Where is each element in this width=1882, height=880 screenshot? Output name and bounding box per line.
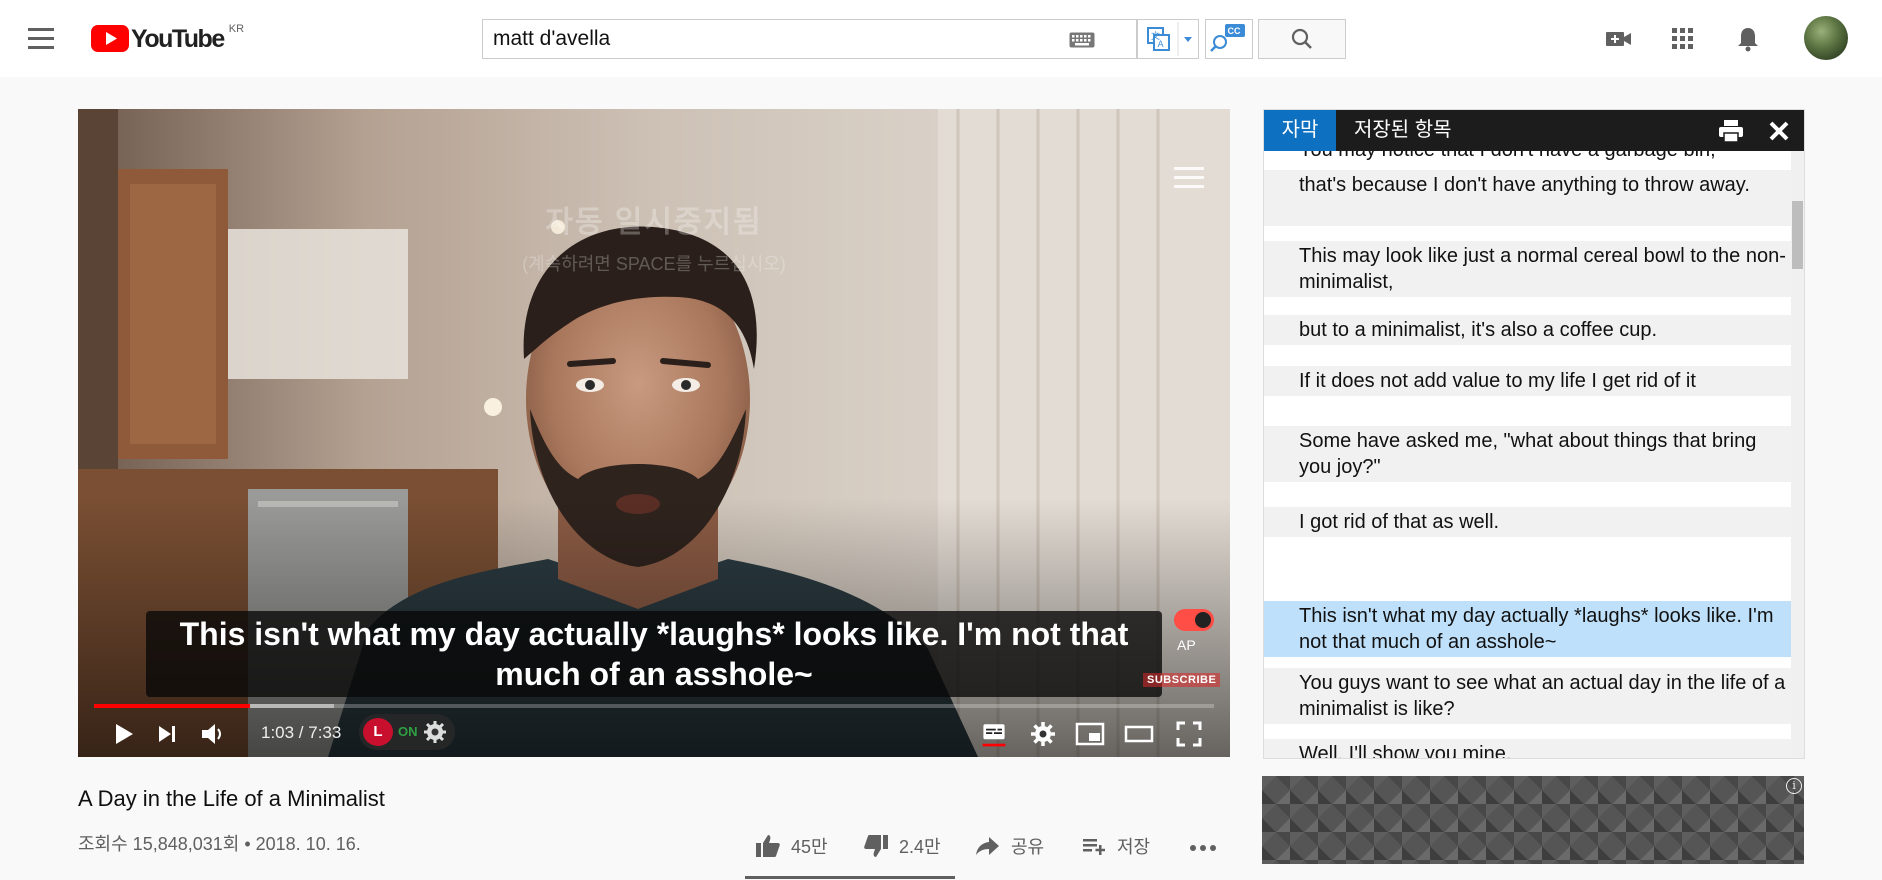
autoplay-toggle[interactable] [1174,609,1214,631]
youtube-logo[interactable]: YouTube KR [91,23,245,53]
save-icon [1083,839,1105,855]
transcript-row[interactable]: You may notice that I don't have a garba… [1264,151,1791,163]
search-box [482,19,1137,59]
miniplayer-icon[interactable] [1074,719,1106,749]
progress-bar[interactable] [94,704,1214,708]
caption-line: much of an asshole~ [495,656,813,692]
apps-icon[interactable] [1668,24,1698,54]
close-icon[interactable] [1768,120,1790,142]
dislike-icon [864,835,888,857]
save-button[interactable]: 저장 [1081,832,1150,860]
like-ratio-bar [745,876,955,879]
subtitles-icon[interactable] [979,719,1009,749]
search-input[interactable] [483,20,1043,58]
autopause-hint: (계속하려면 SPACE를 누르십시오) [522,254,786,274]
autoplay-label: AP [1177,637,1196,653]
search-icon [1291,28,1312,49]
dislike-count: 2.4만 [899,837,941,857]
share-button[interactable]: 공유 [975,832,1044,860]
caption-search-icon: CC [1210,24,1245,52]
play-icon[interactable] [108,719,138,749]
more-icon[interactable] [1188,832,1218,860]
transcript-row[interactable]: that's because I don't have anything to … [1264,170,1791,226]
transcript-row[interactable]: Some have asked me, "what about things t… [1264,426,1791,482]
transcript-scrollbar[interactable] [1791,151,1804,758]
print-icon[interactable] [1718,119,1744,143]
save-label: 저장 [1117,837,1151,857]
ad-banner[interactable] [1262,776,1804,864]
create-video-icon[interactable] [1604,24,1634,54]
translate-icon: 文 A [1147,22,1192,56]
settings-icon[interactable] [1028,719,1058,749]
extension-settings-icon[interactable] [423,720,447,744]
transcript-row-active[interactable]: This isn't what my day actually *laughs*… [1264,601,1791,657]
keyboard-icon[interactable] [1069,32,1095,48]
dislike-button[interactable]: 2.4만 [863,832,941,860]
transcript-row[interactable]: Well, I'll show you mine. [1264,739,1791,758]
transcript-scroll-thumb[interactable] [1792,201,1803,269]
transcript-row[interactable]: but to a minimalist, it's also a coffee … [1264,315,1791,345]
caption-search-button[interactable]: CC [1205,19,1253,59]
ad-info-icon[interactable]: i [1786,778,1802,794]
transcript-header: 자막 저장된 항목 [1264,110,1804,151]
bell-icon[interactable] [1733,24,1763,54]
tab-saved-items[interactable]: 저장된 항목 [1354,110,1452,151]
player-menu-icon[interactable] [1174,167,1206,191]
transcript-row[interactable]: If it does not add value to my life I ge… [1264,366,1791,396]
extension-logo-icon: L [363,718,393,746]
transcript-list: You may notice that I don't have a garba… [1264,151,1791,758]
transcript-row[interactable]: I got rid of that as well. [1264,507,1791,537]
subscribe-watermark[interactable]: SUBSCRIBE [1143,673,1221,687]
avatar[interactable] [1804,16,1848,60]
video-player[interactable]: 자동 일시중지됨 (계속하려면 SPACE를 누르십시오) This isn't… [78,109,1230,757]
logo-text: YouTube [131,25,225,53]
transcript-row[interactable]: You guys want to see what an actual day … [1264,668,1791,724]
share-icon [976,837,999,855]
like-icon [756,835,780,857]
autopause-title: 자동 일시중지됨 [545,206,763,239]
masthead: YouTube KR 文 A CC [0,0,1882,77]
volume-icon[interactable] [198,719,228,749]
fullscreen-icon[interactable] [1174,719,1204,749]
extension-status: ON [398,724,418,739]
video-meta: 조회수 15,848,031회 • 2018. 10. 16. [78,834,361,854]
like-button[interactable]: 45만 [755,832,828,860]
svg-text:CC: CC [1228,26,1241,36]
search-button[interactable] [1258,19,1346,59]
extension-badge[interactable]: L ON [359,714,455,750]
translate-button[interactable]: 文 A [1137,19,1199,59]
youtube-logo-icon [91,25,129,52]
progress-played [94,704,250,708]
time-display: 1:03 / 7:33 [261,723,342,742]
next-icon[interactable] [152,719,182,749]
like-count: 45만 [791,837,828,857]
svg-text:A: A [1158,40,1165,50]
menu-icon[interactable] [28,28,56,50]
tab-captions[interactable]: 자막 [1264,110,1336,151]
caption-overlay: This isn't what my day actually *laughs*… [146,611,1162,697]
transcript-panel: 자막 저장된 항목 You may notice that I don't ha… [1263,109,1805,759]
country-code: KR [228,23,245,35]
transcript-row[interactable]: This may look like just a normal cereal … [1264,241,1791,297]
caption-line: This isn't what my day actually *laughs*… [179,616,1129,652]
video-title: A Day in the Life of a Minimalist [78,786,385,811]
share-label: 공유 [1011,837,1045,857]
theater-icon[interactable] [1123,719,1155,749]
